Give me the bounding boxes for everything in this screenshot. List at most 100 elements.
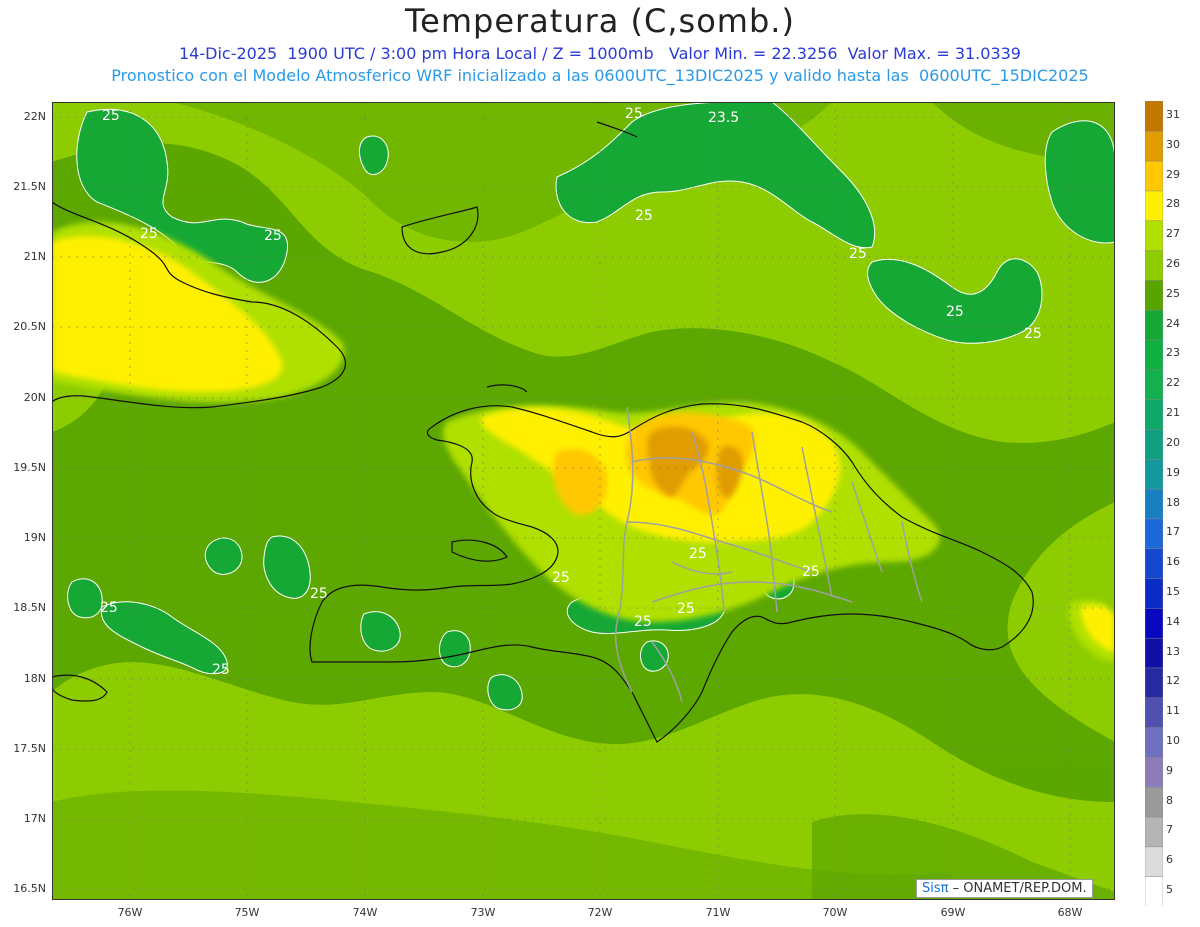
colorbar-label: 9 [1166,763,1173,777]
colorbar-swatch [1145,726,1163,758]
lat-label: 21.5N [13,180,46,193]
lat-label: 22N [23,110,46,123]
colorbar-label: 29 [1166,167,1180,181]
colorbar-swatch [1145,607,1163,639]
temperature-map: 25 25 25 25 25 23.5 25 25 25 25 25 25 25… [52,102,1115,900]
lon-label: 70W [822,906,848,919]
model-info-subtitle: Pronostico con el Modelo Atmosferico WRF… [111,66,1089,85]
lon-label: 72W [587,906,613,919]
lon-label: 74W [352,906,378,919]
colorbar-label: 25 [1166,286,1180,300]
contour-label: 25 [140,226,158,242]
colorbar-swatch [1145,220,1163,251]
colorbar-label: 21 [1166,406,1180,420]
colorbar-label: 30 [1166,137,1180,151]
contour-label: 25 [310,586,328,602]
colorbar-swatch [1145,458,1163,490]
lon-label: 73W [470,906,496,919]
colorbar-swatch [1145,547,1163,579]
credit-text: – ONAMET/REP.DOM. [948,881,1087,896]
colorbar-swatch [1145,339,1163,371]
colorbar-swatch [1145,577,1163,609]
lat-label: 16.5N [13,882,46,895]
contour-label: 25 [802,564,820,580]
contour-label: 23.5 [708,110,739,126]
colorbar-swatch [1145,667,1163,699]
colorbar-swatch [1145,101,1163,132]
colorbar-swatch [1145,279,1163,311]
contour-label: 25 [1024,326,1042,342]
colorbar-swatch [1145,786,1163,818]
lat-label: 20.5N [13,320,46,333]
colorbar-swatch [1145,875,1163,906]
forecast-time-subtitle: 14-Dic-2025 1900 UTC / 3:00 pm Hora Loca… [179,44,1021,63]
lat-label: 19N [23,531,46,544]
contour-label: 25 [102,108,120,124]
colorbar-swatch [1145,190,1163,222]
colorbar-swatch [1145,398,1163,430]
colorbar-swatch [1145,249,1163,281]
lat-label: 21N [23,250,46,263]
colorbar-swatch [1145,637,1163,669]
colorbar-label: 11 [1166,704,1180,718]
lat-label: 18.5N [13,601,46,614]
colorbar [1145,101,1163,906]
lon-label: 68W [1057,906,1083,919]
lat-label: 19.5N [13,461,46,474]
colorbar-label: 16 [1166,555,1180,569]
lat-label: 18N [23,672,46,685]
colorbar-label: 31 [1166,107,1180,121]
colorbar-label: 17 [1166,525,1180,539]
colorbar-label: 7 [1166,823,1173,837]
contour-label: 25 [552,570,570,586]
map-title: Temperatura (C,somb.) [405,2,795,40]
contour-label: 25 [849,246,867,262]
colorbar-label: 28 [1166,197,1180,211]
lat-label: 17N [23,812,46,825]
colorbar-swatch [1145,428,1163,460]
lon-label: 69W [940,906,966,919]
colorbar-label: 23 [1166,346,1180,360]
contour-label: 25 [635,208,653,224]
colorbar-swatch [1145,369,1163,400]
colorbar-swatch [1145,697,1163,728]
colorbar-swatch [1145,130,1163,162]
colorbar-label: 18 [1166,495,1180,509]
colorbar-swatch [1145,309,1163,341]
colorbar-label: 12 [1166,674,1180,688]
colorbar-label: 13 [1166,644,1180,658]
contour-label: 25 [946,304,964,320]
colorbar-swatch [1145,756,1163,788]
contour-label: 25 [634,614,652,630]
contour-label: 25 [689,546,707,562]
lon-label: 71W [705,906,731,919]
colorbar-label: 14 [1166,614,1180,628]
contour-label: 25 [212,662,230,678]
colorbar-label: 8 [1166,793,1173,807]
colorbar-swatch [1145,816,1163,848]
colorbar-label: 5 [1166,883,1173,897]
colorbar-swatch [1145,518,1163,549]
contour-label: 25 [677,601,695,617]
colorbar-swatch [1145,160,1163,192]
colorbar-swatch [1145,846,1163,877]
colorbar-label: 20 [1166,435,1180,449]
colorbar-label: 26 [1166,256,1180,270]
sispi-logo-text: Sisπ [922,881,949,896]
colorbar-swatch [1145,488,1163,520]
colorbar-label: 6 [1166,853,1173,867]
colorbar-label: 15 [1166,584,1180,598]
colorbar-label: 22 [1166,376,1180,390]
lat-label: 20N [23,391,46,404]
credit-box: Sisπ – ONAMET/REP.DOM. [916,879,1093,898]
colorbar-label: 27 [1166,227,1180,241]
lat-label: 17.5N [13,742,46,755]
colorbar-label: 24 [1166,316,1180,330]
contour-label: 25 [625,106,643,122]
lon-label: 76W [117,906,143,919]
colorbar-label: 19 [1166,465,1180,479]
contour-label: 25 [264,228,282,244]
colorbar-label: 10 [1166,734,1180,748]
lon-label: 75W [234,906,260,919]
contour-label: 25 [100,600,118,616]
